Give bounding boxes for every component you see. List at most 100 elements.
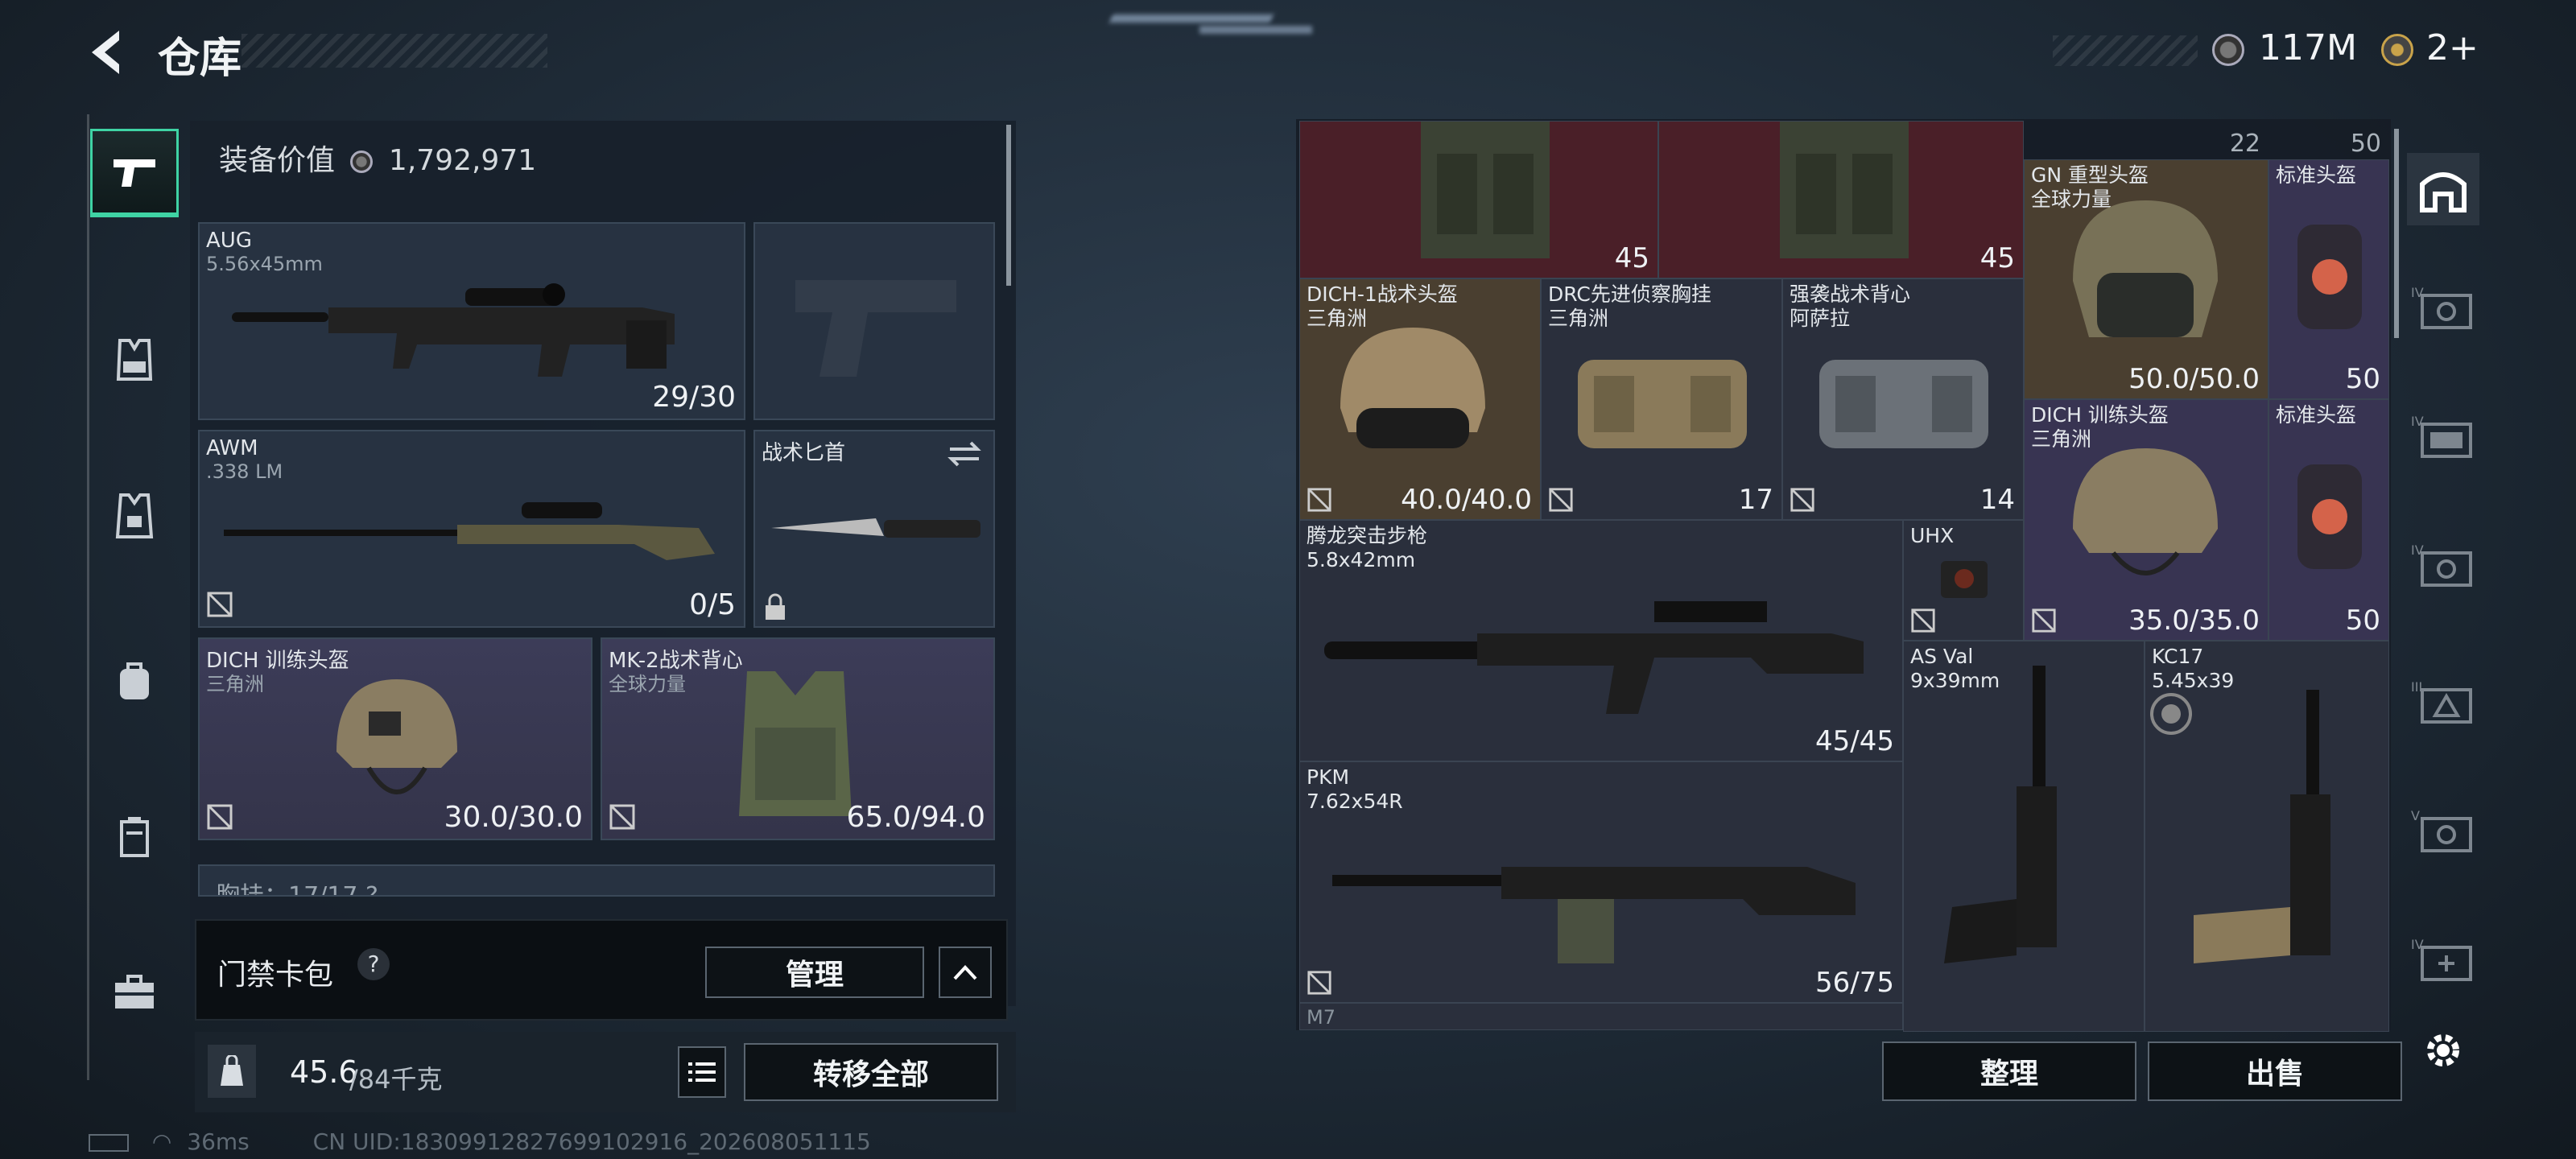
stash-item[interactable]: 标准头盔 50 xyxy=(2268,159,2389,399)
training-helmet-image xyxy=(336,679,457,794)
pistol-icon xyxy=(114,159,155,187)
armor-vest-icon xyxy=(115,493,154,538)
as-val-rifle-image xyxy=(1944,666,2057,963)
no-repair-icon xyxy=(207,592,233,617)
tactical-helmet-image xyxy=(1340,328,1485,448)
tier-label: IV xyxy=(2411,542,2424,558)
assault-vest-image xyxy=(1819,360,1988,448)
status-line: ◠ 36ms CN UID:18309912827699102916_20260… xyxy=(89,1128,871,1155)
sidebar-backpack-tab[interactable] xyxy=(90,636,179,724)
item-name: 腾龙突击步枪 5.8x42mm xyxy=(1307,524,1428,571)
primary-weapon-slot[interactable]: AUG 5.56x45mm 29/30 xyxy=(198,222,745,420)
item-name: 标准头盔 xyxy=(2276,163,2357,187)
stash-item[interactable]: DRC先进侦察胸挂 三角洲 17 xyxy=(1541,278,1782,520)
stash-item[interactable]: 45 xyxy=(1658,121,2024,278)
stash-item[interactable]: 标准头盔 50 xyxy=(2268,399,2389,641)
stash-item[interactable]: 腾龙突击步枪 5.8x42mm 45/45 xyxy=(1299,520,1903,761)
coin-icon xyxy=(2212,34,2244,66)
armor-slot[interactable]: MK-2战术背心 全球力量 65.0/94.0 xyxy=(601,637,995,840)
stash-item[interactable]: DICH 训练头盔 三角洲 35.0/35.0 xyxy=(2024,399,2268,641)
stash-item[interactable]: 强袭战术背心 阿萨拉 14 xyxy=(1782,278,2024,520)
transfer-all-button[interactable]: 转移全部 xyxy=(744,1043,998,1101)
kettlebell-icon xyxy=(221,1055,243,1086)
sidebar-chestrig-tab[interactable] xyxy=(90,316,179,404)
item-name: M7 xyxy=(1307,1006,1335,1029)
chest-rig-row[interactable]: 胸挂：17/17 ? xyxy=(198,864,995,897)
chevron-up-icon xyxy=(953,965,977,980)
currency-decoration xyxy=(2053,35,2198,66)
standard-helmet-image xyxy=(2297,464,2362,569)
sell-button[interactable]: 出售 xyxy=(2148,1041,2402,1101)
sidebar-weapons-tab[interactable] xyxy=(90,129,179,217)
sidebar-armor-tab[interactable] xyxy=(90,472,179,560)
no-repair-icon xyxy=(207,804,233,830)
help-icon[interactable]: ? xyxy=(357,948,390,980)
armor-value: 50 xyxy=(2345,363,2380,395)
collapse-button[interactable] xyxy=(939,947,992,998)
ticket-amount[interactable]: 2+ xyxy=(2426,27,2479,68)
secondary-weapon-slot[interactable]: AWM .338 LM 0/5 xyxy=(198,430,745,628)
stash-item[interactable]: M7 xyxy=(1299,1003,1903,1030)
weight-bar: 45.6 /84千克 转移全部 xyxy=(195,1032,1016,1112)
stash-item[interactable]: DICH-1战术头盔 三角洲 40.0/40.0 xyxy=(1299,278,1541,520)
settings-button[interactable] xyxy=(2407,1014,2479,1087)
slot-item-sub: 三角洲 xyxy=(206,673,264,695)
assault-rifle-image xyxy=(1324,601,1864,714)
money-amount: 117M xyxy=(2259,27,2357,68)
wifi-icon: ◠ xyxy=(151,1128,172,1155)
stash-item[interactable]: 45 xyxy=(1299,121,1658,278)
melee-slot[interactable]: 战术匕首 xyxy=(753,430,995,628)
gear-icon xyxy=(2427,1034,2459,1066)
swap-icon[interactable] xyxy=(947,439,982,468)
stash-item[interactable]: KC17 5.45x39 xyxy=(2145,641,2389,1032)
storage-case-icon: IV xyxy=(2411,542,2472,587)
stash-tab-3[interactable]: IV xyxy=(2407,531,2479,604)
stash-item[interactable]: PKM 7.62x54R 56/75 xyxy=(1299,761,1903,1003)
kc17-rifle-image xyxy=(2194,690,2330,963)
sidearm-slot[interactable] xyxy=(753,222,995,420)
tactical-vest-image xyxy=(739,671,852,816)
chest-rig-image xyxy=(1780,122,1909,258)
armor-value: 50 xyxy=(2345,604,2380,637)
stash-item[interactable]: GN 重型头盔 全球力量 50.0/50.0 xyxy=(2024,159,2268,399)
stash-tab-5[interactable]: V xyxy=(2407,797,2479,869)
durability: 65.0/94.0 xyxy=(846,801,985,834)
stash-item[interactable]: UHX xyxy=(1903,520,2024,641)
no-repair-icon xyxy=(2032,608,2056,633)
sidebar-container-tab[interactable] xyxy=(90,792,179,881)
capacity-value: 14 xyxy=(1979,484,2015,516)
no-repair-icon xyxy=(1307,971,1331,995)
slot-item-name: AUG xyxy=(206,229,252,253)
stash-tab-1[interactable]: IV xyxy=(2407,274,2479,346)
backpack-icon xyxy=(120,662,149,699)
no-repair-icon xyxy=(1307,488,1331,512)
back-arrow-icon[interactable] xyxy=(84,27,132,77)
aug-rifle-image xyxy=(232,283,675,377)
loadout-scrollbar[interactable] xyxy=(1006,125,1011,286)
ammo-count: 29/30 xyxy=(652,381,736,414)
stash-item[interactable]: AS Val 9x39mm xyxy=(1903,641,2145,1032)
equipment-value-label: 装备价值 xyxy=(219,144,336,177)
weight-icon xyxy=(208,1045,256,1098)
durability: 50.0/50.0 xyxy=(2128,363,2260,395)
item-name: UHX xyxy=(1910,524,1955,547)
sidebar-case-tab[interactable] xyxy=(90,948,179,1037)
page-title: 仓库 xyxy=(158,35,242,83)
equipment-value-row: 装备价值 1,792,971 xyxy=(219,137,536,179)
organize-button[interactable]: 整理 xyxy=(1882,1041,2136,1101)
stash-tab-2[interactable]: IV xyxy=(2407,402,2479,475)
stash-scrollbar[interactable] xyxy=(2394,129,2399,338)
list-view-button[interactable] xyxy=(678,1046,726,1098)
helmet-slot[interactable]: DICH 训练头盔 三角洲 30.0/30.0 xyxy=(198,637,592,840)
stash-tab-add[interactable]: IV xyxy=(2407,926,2479,998)
equipment-value: 1,792,971 xyxy=(388,144,537,177)
stash-tab-4[interactable]: III xyxy=(2407,668,2479,740)
capacity-value: 17 xyxy=(1738,484,1773,516)
stash-tab-all[interactable] xyxy=(2407,153,2479,225)
manage-button[interactable]: 管理 xyxy=(705,947,924,998)
slot-item-name: 战术匕首 xyxy=(762,441,846,465)
tier-label: IV xyxy=(2411,414,2424,429)
red-dot-sight-image xyxy=(1941,561,1988,598)
list-icon xyxy=(688,1062,716,1082)
stash-item-top: 22 xyxy=(2024,121,2268,161)
